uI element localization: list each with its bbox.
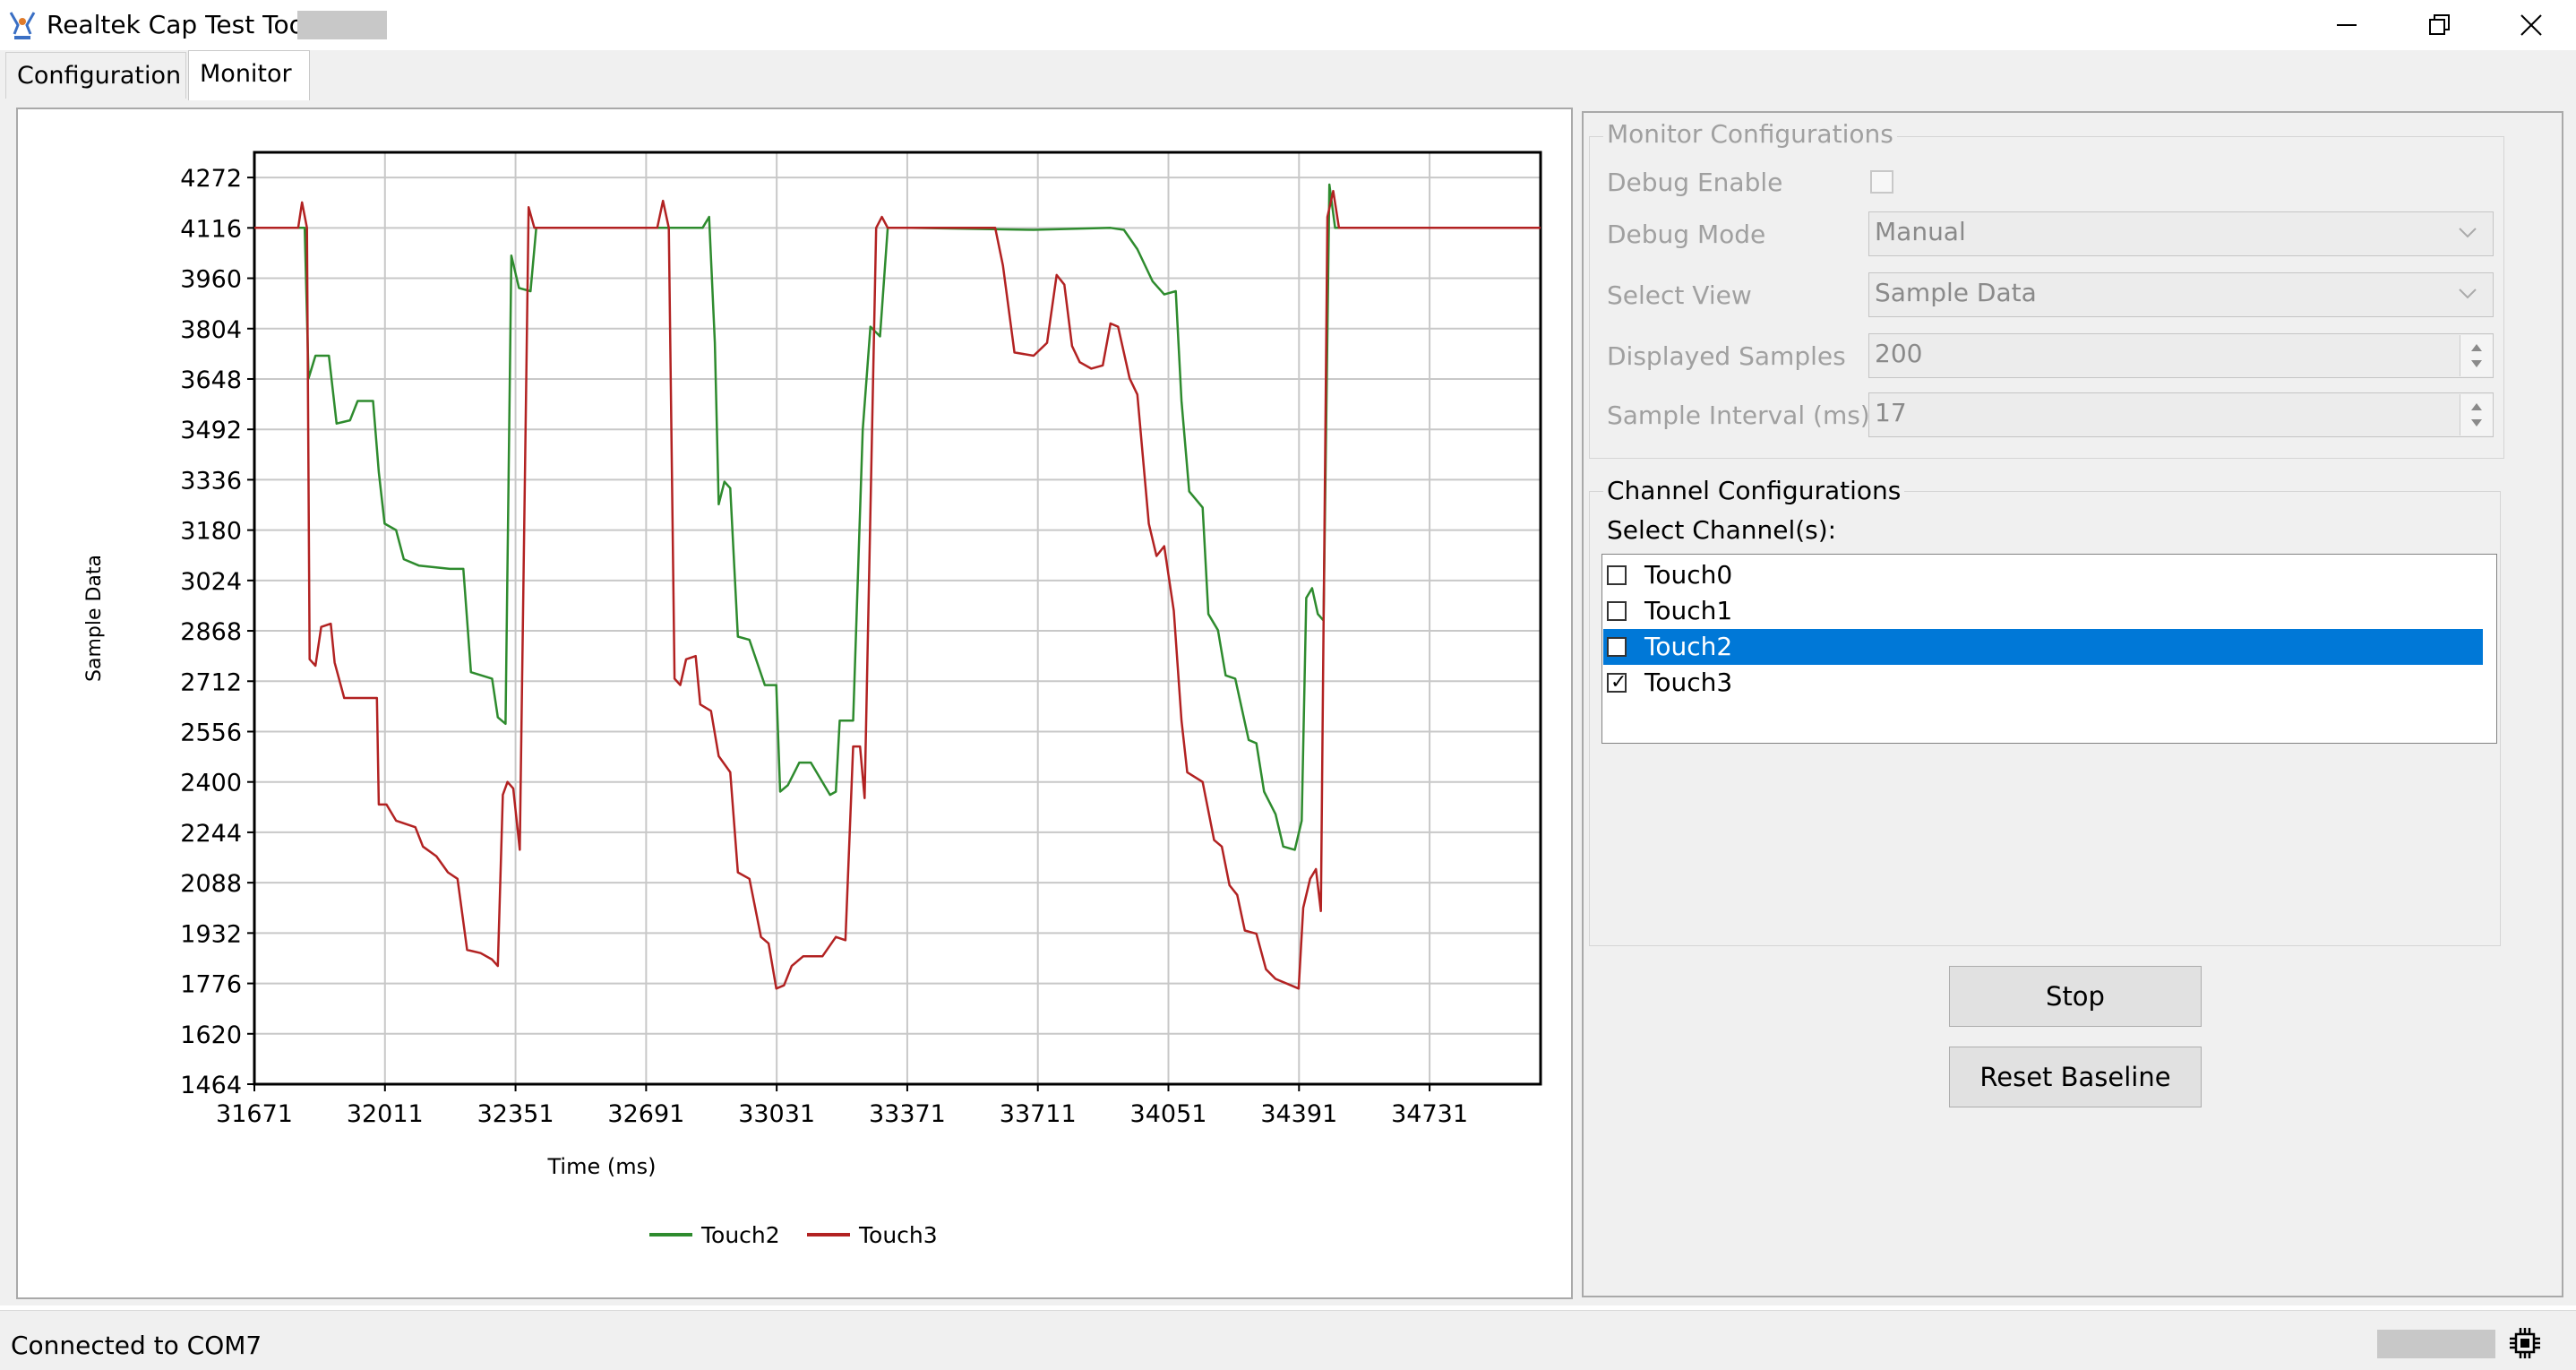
status-bar (0, 1310, 2576, 1370)
spin-arrows-icon (2471, 344, 2482, 367)
x-axis-label: Time (ms) (547, 1154, 657, 1179)
x-tick-label: 32691 (607, 1100, 684, 1128)
y-tick-label: 1464 (180, 1072, 242, 1099)
channel-label: Touch1 (1644, 596, 1733, 625)
displayed-samples-label: Displayed Samples (1607, 341, 1846, 371)
window-title: Realtek Cap Test Tool (47, 10, 312, 39)
series-line-touch3 (254, 189, 1541, 990)
close-button[interactable] (2486, 0, 2576, 50)
debug-mode-label: Debug Mode (1607, 220, 1766, 249)
select-view-select[interactable]: Sample Data (1868, 272, 2494, 317)
legend-label: Touch2 (700, 1222, 780, 1248)
y-tick-label: 2088 (180, 870, 242, 898)
sample-interval-value: 17 (1875, 398, 1907, 427)
x-tick-label: 34391 (1260, 1100, 1337, 1128)
debug-enable-checkbox[interactable] (1870, 170, 1893, 194)
debug-mode-value: Manual (1875, 217, 1966, 246)
chip-icon (2508, 1326, 2542, 1360)
y-tick-label: 4272 (180, 165, 242, 193)
channel-label: Touch2 (1644, 632, 1733, 661)
monitor-config-title: Monitor Configurations (1603, 118, 1897, 151)
channel-item-touch2[interactable]: ✓ Touch2 (1603, 629, 2483, 665)
debug-mode-select[interactable]: Manual (1868, 211, 2494, 256)
x-tick-label: 33371 (869, 1100, 946, 1128)
select-channels-label: Select Channel(s): (1607, 515, 1837, 545)
y-tick-label: 3804 (180, 316, 242, 344)
touch0-checkbox[interactable] (1607, 565, 1627, 585)
channel-config-title: Channel Configurations (1603, 475, 1905, 507)
legend-label: Touch3 (858, 1222, 938, 1248)
redacted-block (297, 11, 387, 39)
channel-label: Touch3 (1644, 668, 1733, 697)
select-view-label: Select View (1607, 280, 1752, 310)
touch1-checkbox[interactable] (1607, 601, 1627, 621)
tab-strip (0, 50, 2576, 101)
x-tick-label: 34731 (1391, 1100, 1468, 1128)
channel-item-touch1[interactable]: Touch1 (1603, 593, 2483, 629)
y-tick-label: 1776 (180, 971, 242, 999)
checkmark-icon: ✓ (1610, 635, 1627, 658)
connection-status: Connected to COM7 (11, 1331, 262, 1360)
touch2-checkbox[interactable]: ✓ (1607, 637, 1627, 657)
y-tick-label: 3492 (180, 417, 242, 444)
chart-panel: 1464 1620 1776 1932 2088 2244 2400 2556 2712 2868… (16, 108, 1573, 1299)
y-tick-label: 2556 (180, 719, 242, 746)
tab-configuration[interactable]: Configuration (5, 52, 186, 99)
touch3-checkbox[interactable]: ✓ (1607, 673, 1627, 693)
y-tick-label: 2868 (180, 618, 242, 646)
y-tick-label: 3180 (180, 518, 242, 546)
chevron-down-icon (2459, 228, 2477, 238)
close-icon (2520, 14, 2542, 36)
y-tick-label: 3336 (180, 467, 242, 495)
y-tick-label: 3960 (180, 266, 242, 294)
x-tick-label: 32011 (347, 1100, 424, 1128)
y-tick-label: 3648 (180, 366, 242, 394)
select-view-value: Sample Data (1875, 278, 2037, 307)
y-tick-label: 2244 (180, 820, 242, 848)
displayed-samples-value: 200 (1875, 339, 1923, 368)
channel-item-touch0[interactable]: Touch0 (1603, 557, 2483, 593)
channel-label: Touch0 (1644, 560, 1733, 590)
series-line-touch2 (254, 183, 1541, 851)
channel-item-touch3[interactable]: ✓ Touch3 (1603, 665, 2483, 701)
minimize-button[interactable] (2302, 0, 2391, 50)
reset-baseline-button[interactable]: Reset Baseline (1949, 1047, 2202, 1107)
y-tick-label: 2400 (180, 770, 242, 797)
y-tick-label: 3024 (180, 568, 242, 596)
y-axis-label: Sample Data (83, 555, 106, 682)
stop-button[interactable]: Stop (1949, 966, 2202, 1027)
plot-area (253, 151, 1542, 1086)
x-tick-label: 34051 (1130, 1100, 1207, 1128)
minimize-icon (2337, 24, 2357, 26)
x-tick-label: 33711 (1000, 1100, 1077, 1128)
y-tick-label: 1620 (180, 1021, 242, 1049)
app-logo-icon (7, 9, 38, 41)
y-tick-label: 1932 (180, 920, 242, 948)
sample-data-chart: 1464 1620 1776 1932 2088 2244 2400 2556 2712 2868… (83, 151, 1542, 1248)
displayed-samples-input[interactable]: 200 (1868, 333, 2494, 378)
checkmark-icon: ✓ (1610, 671, 1627, 694)
sample-interval-spinner[interactable] (2460, 394, 2493, 435)
x-tick-label: 32351 (477, 1100, 554, 1128)
sample-interval-label: Sample Interval (ms) (1607, 401, 1870, 430)
tab-monitor[interactable]: Monitor (188, 50, 310, 102)
x-tick-label: 31671 (216, 1100, 293, 1128)
restore-icon (2429, 14, 2450, 35)
debug-enable-label: Debug Enable (1607, 168, 1783, 197)
sample-interval-input[interactable]: 17 (1868, 392, 2494, 437)
redacted-block (2377, 1330, 2495, 1358)
x-tick-label: 33031 (738, 1100, 815, 1128)
y-tick-label: 2712 (180, 668, 242, 696)
restore-button[interactable] (2395, 0, 2485, 50)
displayed-samples-spinner[interactable] (2460, 335, 2493, 376)
spin-arrows-icon (2471, 403, 2482, 427)
chevron-down-icon (2459, 289, 2477, 299)
y-tick-label: 4116 (180, 215, 242, 243)
chart-legend: Touch2 Touch3 (649, 1222, 938, 1248)
